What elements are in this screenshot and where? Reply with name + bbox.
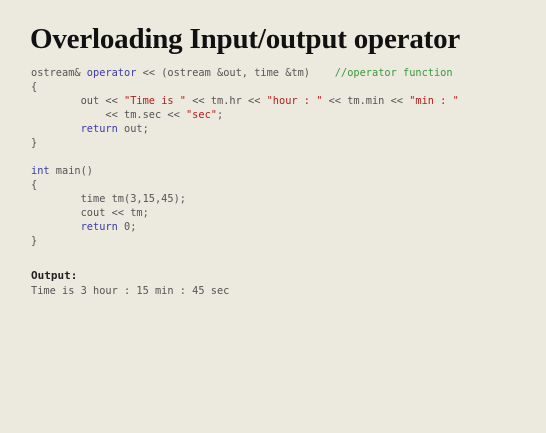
code-string: "Time is " [124,95,186,107]
code-line-4: << tm.sec << "sec"; [31,108,223,122]
code-line-3: out << "Time is " << tm.hr << "hour : " … [31,94,459,108]
code-string: "min : " [409,95,459,107]
slide: Overloading Input/output operator ostrea… [0,0,546,433]
code-line-11: cout << tm; [31,207,149,219]
code-text: out << [31,95,124,107]
code-keyword: int [31,165,50,177]
code-text: out; [117,123,149,135]
code-comment: //operator function [334,67,453,79]
code-line-8: int main() [31,164,93,178]
code-keyword: return [80,221,118,233]
code-line-13: } [31,235,38,247]
code-text: << tm.sec << [31,109,186,121]
code-string: "hour : " [266,95,323,107]
code-line-5: return out; [31,122,149,136]
code-line-6: } [31,137,38,149]
slide-title: Overloading Input/output operator [30,23,461,55]
code-line-2: { [31,81,38,93]
code-string: "sec" [185,109,217,121]
code-text: ; [216,109,224,121]
code-text: main() [49,165,94,177]
code-keyword: operator [86,67,137,79]
code-text: ostream& [31,67,87,79]
code-line-12: return 0; [31,220,137,234]
code-line-10: time tm(3,15,45); [31,193,186,205]
code-text: 0; [117,221,137,233]
output-text: Time is 3 hour : 15 min : 45 sec [31,285,230,297]
output-label: Output: [31,269,78,282]
code-text: << tm.min << [322,95,410,107]
code-line-1: ostream& operator << (ostream &out, time… [31,66,453,80]
code-text: << tm.hr << [186,95,267,107]
code-keyword: return [80,123,118,135]
code-line-9: { [31,179,38,191]
code-text: << (ostream &out, time &tm) [136,67,335,79]
